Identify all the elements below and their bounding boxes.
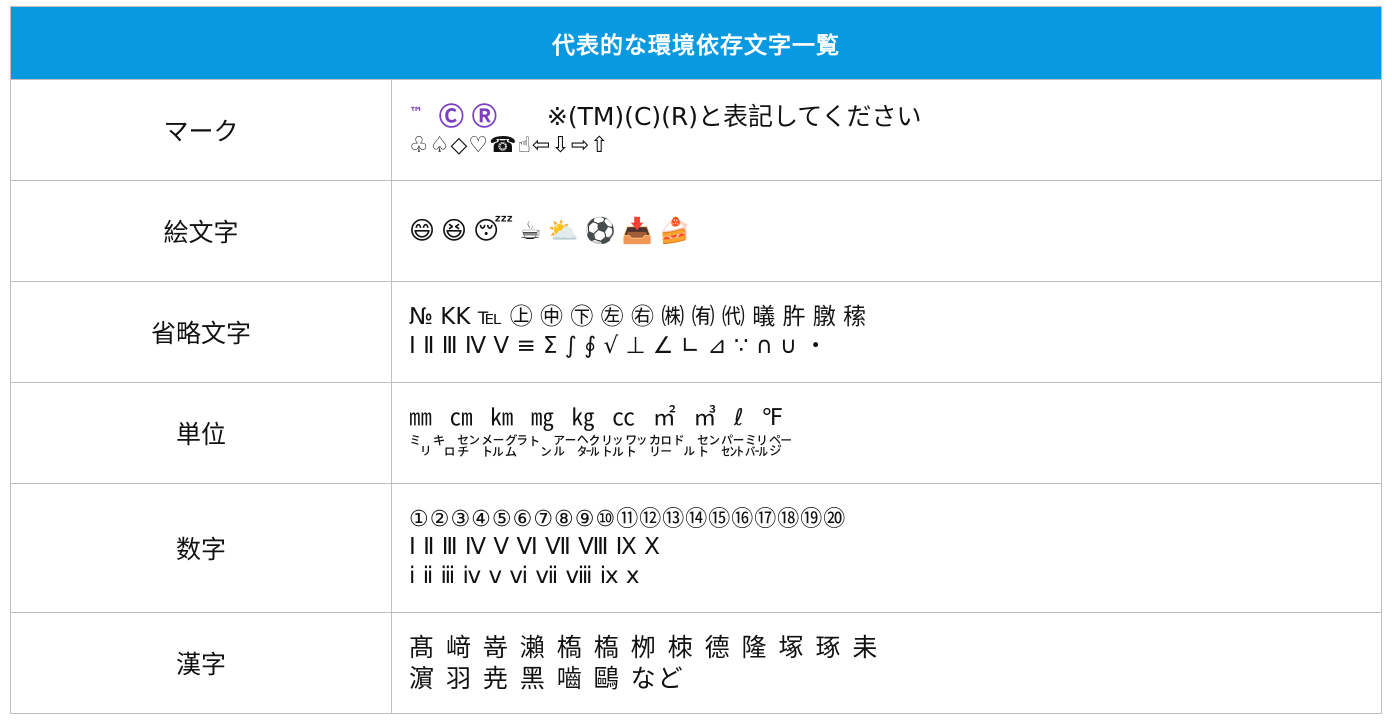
- table-row-mark: マーク ™ Ⓒ Ⓡ ※(TM)(C)(R)と表記してください ♧♤◇♡☎☝⇦⇩⇨…: [11, 79, 1381, 180]
- roman-lower-line: ⅰ ⅱ ⅲ ⅳ ⅴ ⅵ ⅶ ⅷ ⅸ ⅹ: [409, 562, 640, 589]
- row-content: ㎜ ㎝ ㎞ ㎎ ㎏ ㏄ ㎡ ㎥ ℓ ℉ ㍉㌔㌢㍍㌘㌧㌃㌶㍑㍗㌍㌦㌣㌫㍊㌻: [392, 383, 1381, 483]
- abbreviation-line-1: № KK ℡ ㊤ ㊥ ㊦ ㊧ ㊨ ㈱ ㈲ ㈹ 㬢 㬳 㬿 䅴: [409, 304, 867, 331]
- table-row-kanji: 漢字 髙 﨑 嵜 瀨 槗 槗 栁 栜 德 隆 塚 琢 耒 濵 羽 尭 黑 嚙 鷗…: [11, 612, 1381, 713]
- marks-line-2: ♧♤◇♡☎☝⇦⇩⇨⇧: [409, 132, 610, 158]
- kanji-line-1: 髙 﨑 嵜 瀨 槗 槗 栁 栜 德 隆 塚 琢 耒: [409, 632, 880, 662]
- roman-upper-line: Ⅰ Ⅱ Ⅲ Ⅳ Ⅴ Ⅵ Ⅶ Ⅷ Ⅸ Ⅹ: [409, 534, 660, 560]
- category-label: 省略文字: [11, 282, 392, 382]
- table-title: 代表的な環境依存文字一覧: [11, 7, 1381, 79]
- table-row-number: 数字 ①②③④⑤⑥⑦⑧⑨⑩⑪⑫⑬⑭⑮⑯⑰⑱⑲⑳ Ⅰ Ⅱ Ⅲ Ⅳ Ⅴ Ⅵ Ⅶ Ⅷ …: [11, 483, 1381, 612]
- registered-icon: Ⓡ: [471, 101, 497, 131]
- table-row-abbreviation: 省略文字 № KK ℡ ㊤ ㊥ ㊦ ㊧ ㊨ ㈱ ㈲ ㈹ 㬢 㬳 㬿 䅴 Ⅰ Ⅱ …: [11, 281, 1381, 382]
- category-label: 漢字: [11, 613, 392, 713]
- copyright-icon: Ⓒ: [438, 101, 464, 131]
- character-table: 代表的な環境依存文字一覧 マーク ™ Ⓒ Ⓡ ※(TM)(C)(R)と表記してく…: [10, 6, 1382, 714]
- abbreviation-line-2: Ⅰ Ⅱ Ⅲ Ⅳ Ⅴ ≡ Σ ∫ ∮ √ ⊥ ∠ ∟ ⊿ ∵ ∩ ∪ ・: [409, 333, 828, 359]
- row-content: 髙 﨑 嵜 瀨 槗 槗 栁 栜 德 隆 塚 琢 耒 濵 羽 尭 黑 嚙 鷗 など: [392, 613, 1381, 713]
- table-row-unit: 単位 ㎜ ㎝ ㎞ ㎎ ㎏ ㏄ ㎡ ㎥ ℓ ℉ ㍉㌔㌢㍍㌘㌧㌃㌶㍑㍗㌍㌦㌣㌫㍊㌻: [11, 382, 1381, 483]
- marks-note: ※(TM)(C)(R)と表記してください: [496, 101, 922, 131]
- row-content: ™ Ⓒ Ⓡ ※(TM)(C)(R)と表記してください ♧♤◇♡☎☝⇦⇩⇨⇧: [392, 80, 1381, 180]
- category-label: 単位: [11, 383, 392, 483]
- marks-line-1: ™ Ⓒ Ⓡ ※(TM)(C)(R)と表記してください: [409, 101, 1381, 132]
- unit-line-1: ㎜ ㎝ ㎞ ㎎ ㎏ ㏄ ㎡ ㎥ ℓ ℉: [409, 405, 784, 432]
- category-label: マーク: [11, 80, 392, 180]
- row-content: № KK ℡ ㊤ ㊥ ㊦ ㊧ ㊨ ㈱ ㈲ ㈹ 㬢 㬳 㬿 䅴 Ⅰ Ⅱ Ⅲ Ⅳ Ⅴ…: [392, 282, 1381, 382]
- emoji-line: 😄😆😴☕⛅⚽📥🍰: [409, 216, 697, 246]
- category-label: 絵文字: [11, 181, 392, 281]
- table-row-emoji: 絵文字 😄😆😴☕⛅⚽📥🍰: [11, 180, 1381, 281]
- circled-number-line: ①②③④⑤⑥⑦⑧⑨⑩⑪⑫⑬⑭⑮⑯⑰⑱⑲⑳: [409, 506, 847, 532]
- row-content: 😄😆😴☕⛅⚽📥🍰: [392, 181, 1381, 281]
- trademark-icon: ™: [409, 104, 423, 121]
- row-content: ①②③④⑤⑥⑦⑧⑨⑩⑪⑫⑬⑭⑮⑯⑰⑱⑲⑳ Ⅰ Ⅱ Ⅲ Ⅳ Ⅴ Ⅵ Ⅶ Ⅷ Ⅸ Ⅹ…: [392, 484, 1381, 612]
- unit-line-2: ㍉㌔㌢㍍㌘㌧㌃㌶㍑㍗㌍㌦㌣㌫㍊㌻: [409, 434, 793, 460]
- category-label: 数字: [11, 484, 392, 612]
- kanji-line-2: 濵 羽 尭 黑 嚙 鷗 など: [409, 664, 685, 693]
